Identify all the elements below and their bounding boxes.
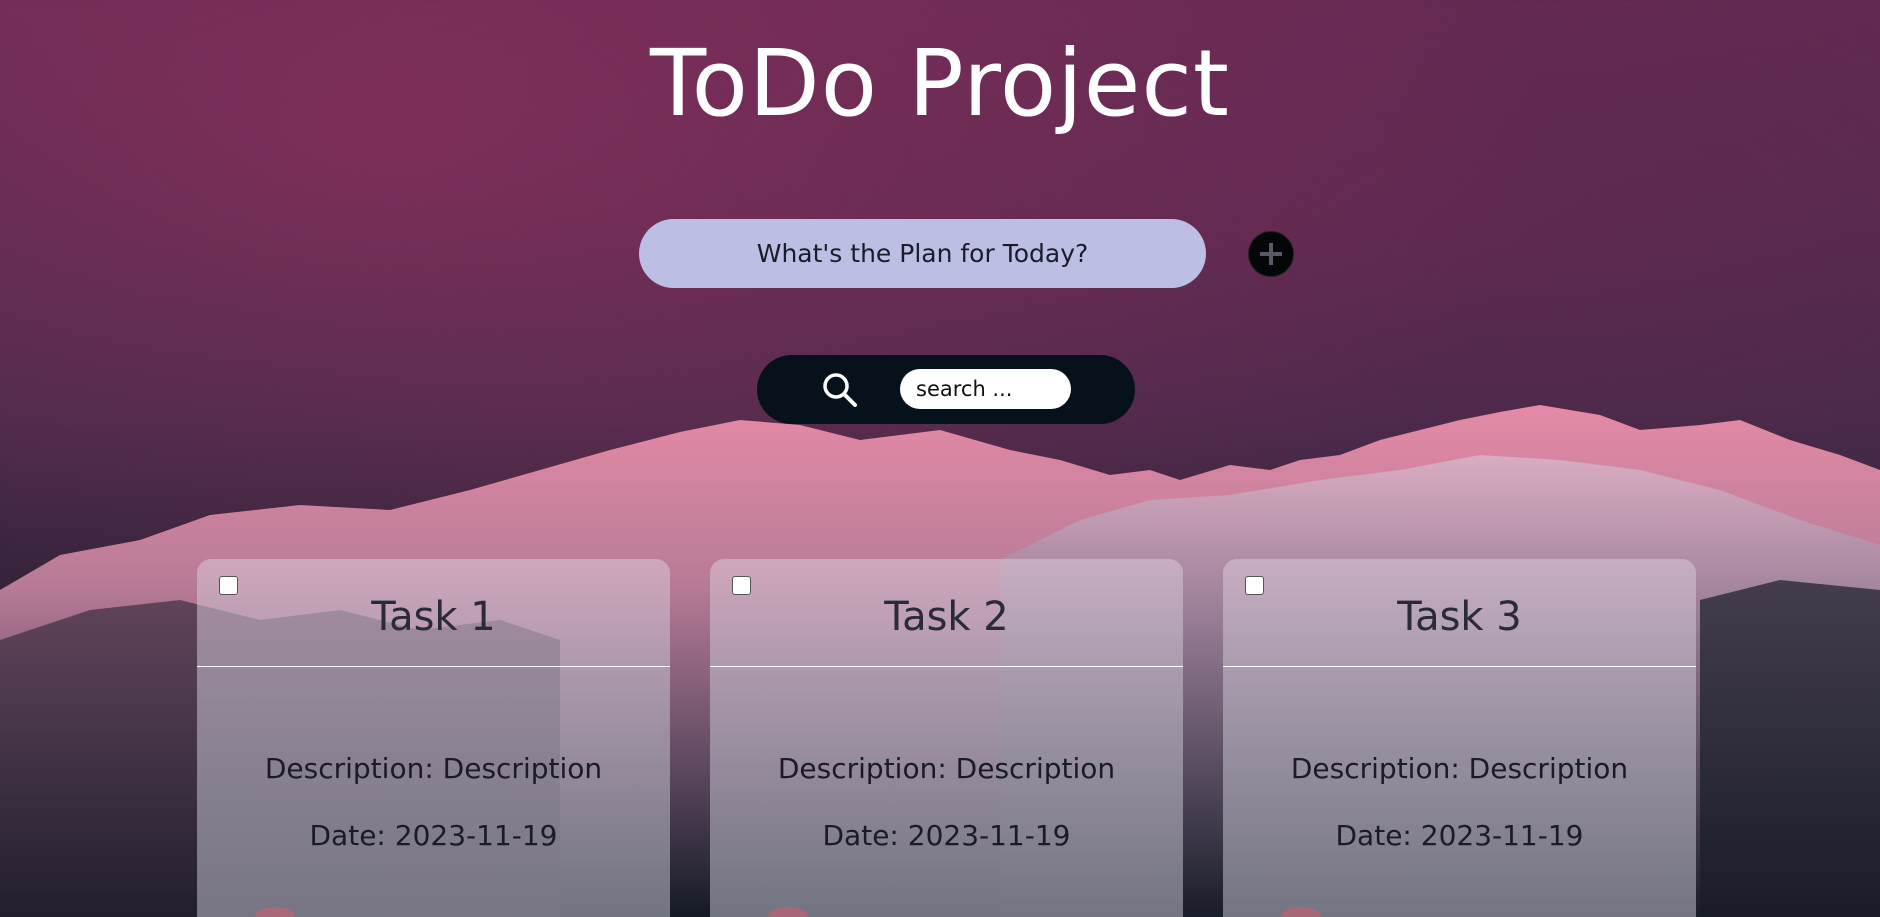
plan-input[interactable]	[639, 219, 1206, 288]
page-title: ToDo Project	[650, 30, 1230, 137]
task-description: Description: Description	[777, 752, 1116, 785]
task-date: Date: 2023-11-19	[822, 819, 1071, 852]
task-date: Date: 2023-11-19	[309, 819, 558, 852]
task-checkbox[interactable]	[219, 576, 238, 595]
add-task-button[interactable]	[1248, 231, 1294, 277]
task-description: Description: Description	[264, 752, 603, 785]
task-title: Task 1	[371, 594, 496, 640]
task-title: Task 3	[1397, 594, 1522, 640]
task-checkbox[interactable]	[732, 576, 751, 595]
search-icon[interactable]	[821, 371, 859, 409]
task-title: Task 2	[884, 594, 1009, 640]
task-date: Date: 2023-11-19	[1335, 819, 1584, 852]
task-card: Task 3 Description: Description Date: 20…	[1223, 559, 1696, 917]
task-action-button[interactable]	[1281, 907, 1321, 917]
search-bar	[757, 355, 1135, 424]
plus-icon	[1260, 243, 1282, 265]
task-action-button[interactable]	[255, 907, 295, 917]
task-card: Task 1 Description: Description Date: 20…	[197, 559, 670, 917]
card-divider	[197, 666, 670, 667]
task-card: Task 2 Description: Description Date: 20…	[710, 559, 1183, 917]
task-action-button[interactable]	[768, 907, 808, 917]
search-input[interactable]	[900, 369, 1071, 409]
task-description: Description: Description	[1290, 752, 1629, 785]
task-checkbox[interactable]	[1245, 576, 1264, 595]
card-divider	[710, 666, 1183, 667]
card-divider	[1223, 666, 1696, 667]
